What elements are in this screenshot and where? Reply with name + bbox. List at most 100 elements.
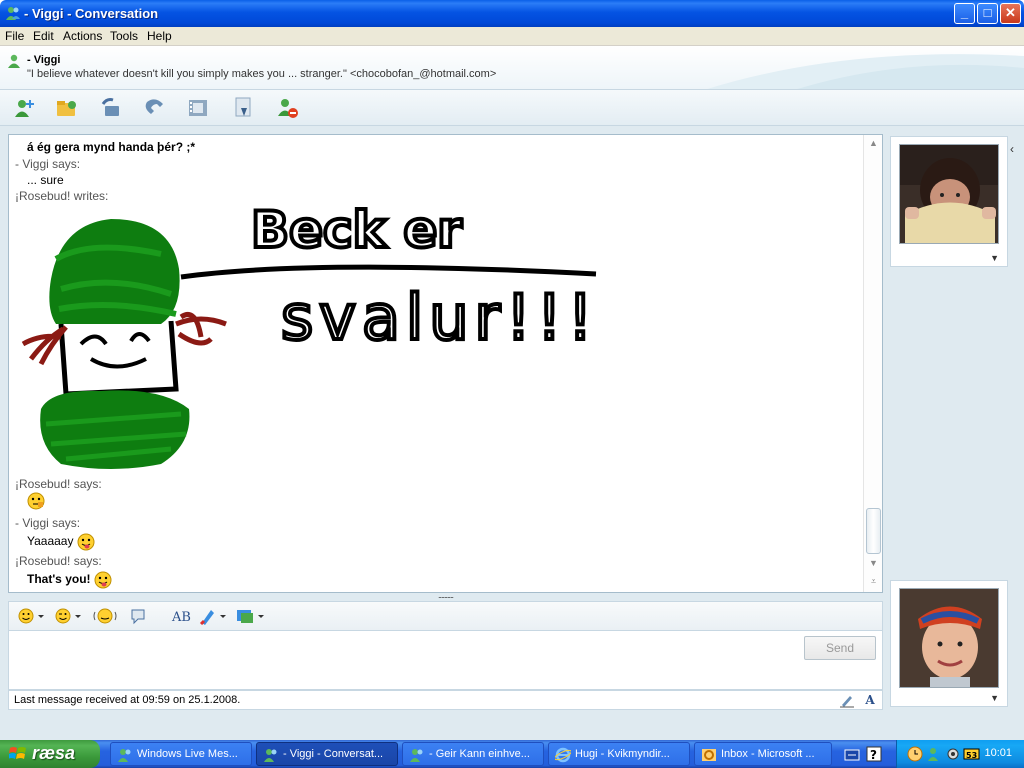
contact-status-icon [8,54,20,68]
messenger-icon [118,749,131,762]
header-decoration [707,54,1024,89]
battery-icon[interactable]: 53 [963,747,981,761]
taskbar: ræsa Windows Live Mes... - Viggi - Conve… [0,740,1024,768]
maximize-button[interactable]: □ [977,3,998,24]
contact-avatar-dropdown-icon[interactable]: ▼ [990,253,999,263]
tongue-out-emoticon [77,533,95,551]
message-text: Yaaaaay [27,534,74,549]
taskbar-item-active[interactable]: - Viggi - Conversat... [256,742,398,766]
contact-header: - Viggi "I believe whatever doesn't kill… [0,46,1024,90]
messenger-tray-icon[interactable] [927,746,941,762]
start-label: ræsa [32,743,76,763]
svg-text:53: 53 [966,751,977,760]
message-text: That's you! [27,572,91,587]
minimize-icon: _ [960,5,969,20]
handwrite-mode-icon[interactable] [838,692,856,709]
tongue-out-emoticon [94,571,112,589]
handwriting-drawing: Beck er svalur!!! [21,199,599,469]
pane-splitter[interactable]: .......... [8,591,883,601]
menu-tools[interactable]: Tools [110,29,138,43]
history-scrollbar[interactable]: ▲ ▼ ⩡ [863,135,882,592]
activities-icon[interactable] [232,96,256,120]
scroll-down-icon[interactable]: ▼ [864,555,883,572]
last-message-status: Last message received at 09:59 on 25.1.2… [14,694,241,706]
block-icon[interactable] [276,96,300,120]
menu-edit[interactable]: Edit [33,29,54,43]
conversation-history[interactable]: á ég gera mynd handa þér? ;* - Viggi say… [8,134,883,593]
toolbar [0,90,1024,126]
system-tray: 53 10:01 [896,740,1024,768]
handwriting-line-1: Beck er [251,201,462,259]
minimize-button[interactable]: _ [954,3,975,24]
status-bar: Last message received at 09:59 on 25.1.2… [8,690,883,710]
sender-label: ¡Rosebud! says: [15,477,102,491]
contact-personal-message: "I believe whatever doesn't kill you sim… [27,68,497,80]
handwriting-line-2: svalur!!! [281,281,599,354]
menu-bar: File Edit Actions Tools Help [0,27,1024,46]
my-avatar-dropdown-icon[interactable]: ▼ [990,693,999,703]
sender-label: - Viggi says: [15,157,81,171]
background-icon[interactable] [199,607,227,625]
window-title: - Viggi - Conversation [24,6,159,21]
title-bar[interactable]: - Viggi - Conversation _ □ ✕ [0,0,1024,27]
message-text: á ég gera mynd handa þér? ;* [27,140,196,154]
clock-app-icon[interactable] [907,746,923,762]
close-button[interactable]: ✕ [1000,3,1021,24]
message-input[interactable] [8,630,883,690]
menu-help[interactable]: Help [147,29,172,43]
speech-line [180,264,597,280]
font-icon[interactable]: AB [171,607,191,625]
my-avatar[interactable] [899,588,999,688]
drawn-character [21,219,227,469]
sender-label: ¡Rosebud! says: [15,554,102,568]
thinking-emoticon [27,492,45,510]
svg-text:?: ? [870,748,877,762]
internet-explorer-icon [555,747,571,763]
collapse-panel-icon[interactable]: ‹ [1010,142,1022,158]
start-button[interactable]: ræsa [0,740,100,768]
message-row [27,492,45,510]
wink-icon[interactable] [54,607,82,625]
close-icon: ✕ [1005,5,1016,20]
nudge-icon[interactable] [93,607,117,625]
voice-clip-icon[interactable] [129,607,147,625]
network-icon[interactable] [945,746,961,762]
phone-icon[interactable] [143,96,167,120]
my-photo [900,589,998,687]
contact-avatar[interactable] [899,144,999,244]
emoticon-icon[interactable] [17,607,45,625]
share-files-icon[interactable] [55,96,79,120]
outlook-icon [702,749,716,761]
contact-photo [900,145,998,243]
message-text: ... sure [27,173,64,187]
scroll-end-icon[interactable]: ⩡ [864,573,883,590]
message-row: Yaaaaay [27,533,95,551]
quick-launch-app-icon[interactable] [844,746,860,762]
windows-logo-icon [9,747,26,759]
call-computer-icon[interactable] [99,96,123,120]
conversation-icon [264,749,277,762]
invite-contact-icon[interactable] [12,96,36,120]
handwriting-icon[interactable] [235,607,265,625]
maximize-icon: □ [983,5,992,20]
contact-display-picture-box: ▼ [890,136,1008,267]
taskbar-clock: 10:01 [984,747,1012,759]
my-display-picture-box: ▼ [890,580,1008,707]
menu-actions[interactable]: Actions [63,29,102,43]
taskbar-item[interactable]: Windows Live Mes... [110,742,252,766]
video-icon[interactable] [186,96,210,120]
menu-file[interactable]: File [5,29,24,43]
conversation-icon [410,749,423,762]
taskbar-item[interactable]: - Geir Kann einhve... [402,742,544,766]
taskbar-item[interactable]: Hugi - Kvikmyndir... [548,742,690,766]
type-mode-icon[interactable]: A [861,692,879,709]
message-row: That's you! [27,571,112,589]
svg-text:AB: AB [171,610,191,625]
help-icon[interactable]: ? [866,746,882,762]
sender-label: - Viggi says: [15,516,81,530]
scroll-up-icon[interactable]: ▲ [864,135,883,152]
contact-name: - Viggi [27,54,61,66]
scroll-thumb[interactable] [866,508,881,554]
send-button[interactable]: Send [804,636,876,660]
taskbar-item[interactable]: Inbox - Microsoft ... [694,742,832,766]
